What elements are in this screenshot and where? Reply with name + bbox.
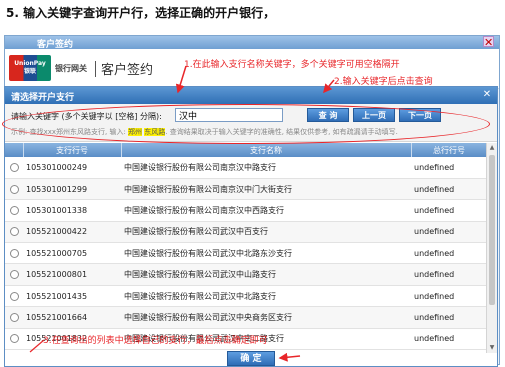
column-header-branch-name: 支行名称 bbox=[121, 143, 412, 157]
row-radio-button[interactable] bbox=[9, 184, 19, 194]
branch-name-cell: 中国建设银行股份有限公司武汉中央商务区支行 bbox=[121, 306, 411, 329]
dialog-title: 请选择开户支行 bbox=[11, 93, 75, 103]
row-select-cell[interactable] bbox=[5, 199, 23, 222]
logo-text-bottom: 银联 bbox=[23, 68, 36, 75]
branch-code-cell: 105521000422 bbox=[23, 221, 121, 244]
gateway-label: 银行网关 bbox=[55, 64, 87, 73]
outer-window-titlebar: 客户签约 ✕ bbox=[5, 36, 499, 50]
table-row[interactable]: 105521000422 中国建设银行股份有限公司武汉中百支行 undefined bbox=[5, 221, 487, 244]
branch-code-cell: 105301001299 bbox=[23, 178, 121, 201]
table-row[interactable]: 105521000705 中国建设银行股份有限公司武汉中北路东沙支行 undefin… bbox=[5, 242, 487, 265]
branch-code-cell: 105301001338 bbox=[23, 199, 121, 222]
scroll-up-icon[interactable]: ▲ bbox=[487, 143, 497, 153]
branch-code-cell: 105521000801 bbox=[23, 263, 121, 286]
scroll-thumb[interactable] bbox=[489, 155, 495, 305]
head-office-code-cell: undefined bbox=[411, 242, 487, 265]
table-scrollbar[interactable]: ▲ ▼ bbox=[486, 143, 497, 353]
column-header-branch-code: 支行行号 bbox=[23, 143, 122, 157]
head-office-code-cell: undefined bbox=[411, 285, 487, 308]
query-button[interactable]: 查 询 bbox=[307, 108, 349, 122]
head-office-code-cell: undefined bbox=[411, 221, 487, 244]
confirm-button[interactable]: 确 定 bbox=[227, 351, 275, 366]
table-row[interactable]: 105301001338 中国建设银行股份有限公司南京汉中西路支行 undefine… bbox=[5, 199, 487, 222]
search-hint: 示例: 查找xxx郑州东风路支行, 输入: 郑州 东风路. 查询结果取决于输入关… bbox=[11, 127, 398, 137]
annotation-step-3: 3.在查询出的列表中选择自己的支行，最后点击确定即可 bbox=[43, 336, 268, 346]
table-row[interactable]: 105521001435 中国建设银行股份有限公司武汉中北路支行 undefined bbox=[5, 285, 487, 308]
branch-code-cell: 105521001664 bbox=[23, 306, 121, 329]
row-select-cell[interactable] bbox=[5, 285, 23, 308]
search-bar: 请输入关键字 (多个关键字以 [空格] 分隔): 查 询 上一页 下一页 示例:… bbox=[5, 104, 497, 142]
branch-name-cell: 中国建设银行股份有限公司武汉中北路支行 bbox=[121, 285, 411, 308]
table-row[interactable]: 105301001299 中国建设银行股份有限公司南京汉中门大街支行 undefin… bbox=[5, 178, 487, 201]
head-office-code-cell: undefined bbox=[411, 199, 487, 222]
row-select-cell[interactable] bbox=[5, 242, 23, 265]
row-select-cell[interactable] bbox=[5, 178, 23, 201]
head-office-code-cell: undefined bbox=[411, 328, 487, 351]
row-radio-button[interactable] bbox=[9, 205, 19, 215]
row-select-cell[interactable] bbox=[5, 263, 23, 286]
row-radio-button[interactable] bbox=[9, 334, 19, 344]
hint-suffix: . 查询结果取决于输入关键字的准确性, 结果仅供参考, 如有疏漏请手动填写. bbox=[165, 128, 398, 136]
prev-page-button[interactable]: 上一页 bbox=[353, 108, 395, 122]
column-header-select bbox=[5, 143, 24, 157]
row-radio-button[interactable] bbox=[9, 248, 19, 258]
close-icon[interactable]: ✕ bbox=[483, 36, 494, 48]
scroll-down-icon[interactable]: ▼ bbox=[487, 343, 497, 353]
row-radio-button[interactable] bbox=[9, 312, 19, 322]
row-radio-button[interactable] bbox=[9, 291, 19, 301]
head-office-code-cell: undefined bbox=[411, 157, 487, 179]
branch-name-cell: 中国建设银行股份有限公司武汉中百支行 bbox=[121, 221, 411, 244]
branch-name-cell: 中国建设银行股份有限公司南京汉中路支行 bbox=[121, 157, 411, 179]
table-header: 支行行号 支行名称 总行行号 bbox=[5, 143, 487, 157]
hint-keyword-1: 郑州 bbox=[128, 128, 143, 136]
branch-code-cell: 105521001435 bbox=[23, 285, 121, 308]
head-office-code-cell: undefined bbox=[411, 306, 487, 329]
brand-page-title: 客户签约 bbox=[101, 63, 154, 78]
row-select-cell[interactable] bbox=[5, 306, 23, 329]
select-branch-dialog: 请选择开户支行 ✕ 请输入关键字 (多个关键字以 [空格] 分隔): 查 询 上… bbox=[4, 86, 498, 367]
unionpay-logo: UnionPay 银联 bbox=[9, 55, 51, 81]
search-label: 请输入关键字 (多个关键字以 [空格] 分隔): bbox=[11, 112, 162, 121]
keyword-input[interactable] bbox=[175, 108, 283, 122]
branch-table: 支行行号 支行名称 总行行号 105301000249 中国建设银行股份有限公司南… bbox=[5, 143, 487, 353]
dialog-titlebar: 请选择开户支行 ✕ bbox=[5, 87, 497, 104]
branch-code-cell: 105301000249 bbox=[23, 157, 121, 179]
page-heading: 5. 输入关键字查询开户行，选择正确的开户银行， bbox=[6, 6, 276, 20]
table-row[interactable]: 105521001664 中国建设银行股份有限公司武汉中央商务区支行 undefin… bbox=[5, 306, 487, 329]
branch-name-cell: 中国建设银行股份有限公司武汉中北路东沙支行 bbox=[121, 242, 411, 265]
hint-prefix: 示例: 查找xxx郑州东风路支行, 输入: bbox=[11, 128, 129, 136]
brand-divider bbox=[95, 61, 96, 77]
branch-name-cell: 中国建设银行股份有限公司南京汉中西路支行 bbox=[121, 199, 411, 222]
table-row[interactable]: 105521000801 中国建设银行股份有限公司武汉中山路支行 undefined bbox=[5, 263, 487, 286]
row-radio-button[interactable] bbox=[9, 162, 19, 172]
annotation-step-1: 1.在此输入支行名称关键字，多个关键字可用空格隔开 bbox=[184, 60, 400, 70]
hint-keyword-2: 东风路 bbox=[144, 128, 166, 136]
close-icon[interactable]: ✕ bbox=[481, 89, 493, 101]
branch-name-cell: 中国建设银行股份有限公司武汉中山路支行 bbox=[121, 263, 411, 286]
table-row[interactable]: 105301000249 中国建设银行股份有限公司南京汉中路支行 undefined bbox=[5, 157, 487, 179]
branch-code-cell: 105521000705 bbox=[23, 242, 121, 265]
row-select-cell[interactable] bbox=[5, 328, 23, 351]
branch-name-cell: 中国建设银行股份有限公司南京汉中门大街支行 bbox=[121, 178, 411, 201]
row-select-cell[interactable] bbox=[5, 157, 23, 179]
row-radio-button[interactable] bbox=[9, 270, 19, 280]
row-select-cell[interactable] bbox=[5, 221, 23, 244]
next-page-button[interactable]: 下一页 bbox=[399, 108, 441, 122]
logo-text-top: UnionPay bbox=[14, 60, 46, 67]
annotation-step-2: 2.输入关键字后点击查询 bbox=[334, 77, 433, 87]
column-header-head-office-code: 总行行号 bbox=[411, 143, 487, 157]
head-office-code-cell: undefined bbox=[411, 263, 487, 286]
row-radio-button[interactable] bbox=[9, 227, 19, 237]
head-office-code-cell: undefined bbox=[411, 178, 487, 201]
